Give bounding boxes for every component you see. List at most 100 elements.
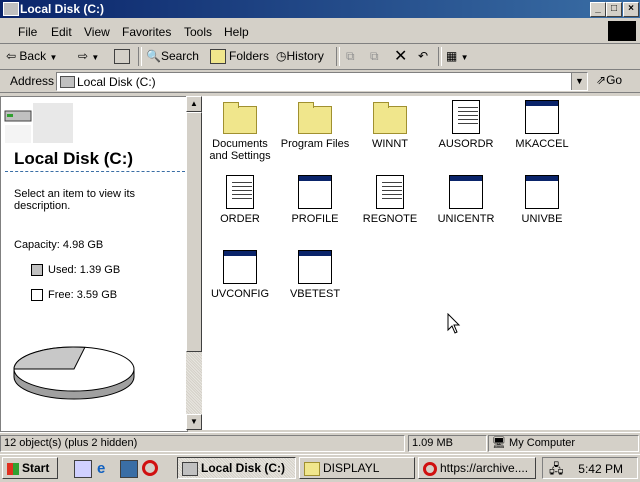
go-arrow-icon: ⇗ bbox=[596, 73, 607, 87]
toolbar-separator bbox=[438, 47, 442, 66]
menu-help[interactable]: Help bbox=[224, 25, 249, 39]
up-folder-button[interactable] bbox=[114, 48, 133, 65]
file-name: WINNT bbox=[371, 138, 409, 150]
maximize-button[interactable]: □ bbox=[606, 2, 622, 17]
file-name: PROFILE bbox=[291, 213, 339, 225]
used-text: Used: 1.39 GB bbox=[48, 264, 121, 276]
application-icon bbox=[298, 250, 332, 284]
quicklaunch-desktop-icon[interactable] bbox=[120, 460, 138, 478]
application-icon bbox=[449, 175, 483, 209]
info-pane: Local Disk (C:) Select an item to view i… bbox=[0, 96, 188, 432]
close-button[interactable]: × bbox=[623, 2, 639, 17]
file-item[interactable]: Documents and Settings bbox=[202, 100, 278, 162]
used-swatch bbox=[31, 264, 43, 276]
status-zone: 🖥 My Computer bbox=[488, 435, 639, 452]
status-bar: 12 object(s) (plus 2 hidden) 1.09 MB 🖥 M… bbox=[0, 432, 640, 453]
task-local-disk[interactable]: Local Disk (C:) bbox=[177, 457, 296, 479]
drive-icon bbox=[60, 76, 75, 88]
views-button[interactable]: ▦ ▼ bbox=[446, 48, 469, 65]
delete-button[interactable]: ✕ bbox=[394, 48, 407, 65]
file-item[interactable]: REGNOTE bbox=[352, 175, 428, 225]
chevron-down-icon: ▼ bbox=[49, 53, 58, 62]
file-item[interactable]: ORDER bbox=[202, 175, 278, 225]
mouse-cursor-icon bbox=[447, 313, 461, 334]
application-icon bbox=[298, 175, 332, 209]
file-name: MKACCEL bbox=[515, 138, 569, 150]
file-name: UVCONFIG bbox=[210, 288, 270, 300]
menu-view[interactable]: View bbox=[84, 25, 110, 39]
menu-favorites[interactable]: Favorites bbox=[122, 25, 171, 39]
my-computer-icon: 🖥 bbox=[492, 437, 506, 449]
file-item[interactable]: UNICENTR bbox=[428, 175, 504, 225]
drive-banner-icon bbox=[4, 103, 73, 143]
divider bbox=[5, 171, 185, 172]
menu-file[interactable]: File bbox=[18, 25, 37, 39]
minimize-button[interactable]: _ bbox=[590, 2, 606, 17]
menu-bar: File Edit View Favorites Tools Help bbox=[0, 19, 640, 44]
toolbar: ⇦ Back ▼ ⇨ ▼ 🔍Search Folders ◷History ⧉ … bbox=[0, 44, 640, 70]
task-opera-browser[interactable]: https://archive.... bbox=[418, 457, 536, 479]
address-input[interactable]: Local Disk (C:) ▼ bbox=[56, 72, 588, 91]
go-button[interactable]: ⇗Go bbox=[596, 73, 622, 87]
left-pane-scrollbar[interactable]: ▲ ▼ bbox=[186, 96, 202, 430]
pane-hint: Select an item to view its description. bbox=[14, 188, 136, 212]
quicklaunch-opera-icon[interactable] bbox=[142, 460, 158, 476]
document-icon bbox=[452, 100, 480, 134]
clock[interactable]: 5:42 PM bbox=[578, 462, 623, 476]
file-item[interactable]: PROFILE bbox=[277, 175, 353, 225]
quicklaunch-outlook-icon[interactable] bbox=[74, 460, 92, 478]
history-icon: ◷ bbox=[276, 49, 287, 63]
toolbar-separator bbox=[138, 47, 142, 66]
history-button[interactable]: ◷History bbox=[276, 48, 324, 65]
file-list: Documents and Settings Program Files WINNT… bbox=[202, 96, 640, 430]
file-item[interactable]: Program Files bbox=[277, 100, 353, 150]
taskbar: Start e Local Disk (C:) DISPLAYL https:/… bbox=[0, 454, 640, 481]
menu-tools[interactable]: Tools bbox=[184, 25, 212, 39]
forward-button[interactable]: ⇨ ▼ bbox=[78, 48, 99, 65]
file-item[interactable]: AUSORDR bbox=[428, 100, 504, 150]
file-item[interactable]: WINNT bbox=[352, 100, 428, 150]
folder-icon bbox=[223, 102, 257, 134]
up-folder-icon bbox=[114, 49, 130, 65]
title-bar[interactable]: Local Disk (C:) _ □ × bbox=[0, 0, 640, 18]
address-bar: Address Local Disk (C:) ▼ ⇗Go bbox=[0, 70, 640, 93]
scroll-up-button[interactable]: ▲ bbox=[186, 96, 202, 112]
free-swatch bbox=[31, 289, 43, 301]
file-item[interactable]: UNIVBE bbox=[504, 175, 580, 225]
start-button[interactable]: Start bbox=[2, 457, 58, 479]
windows-logo-icon bbox=[608, 21, 636, 41]
search-icon: 🔍 bbox=[146, 49, 161, 63]
undo-button[interactable]: ↶ bbox=[418, 48, 428, 65]
folder-icon bbox=[373, 102, 407, 134]
application-icon bbox=[525, 175, 559, 209]
drive-icon bbox=[3, 2, 19, 16]
move-to-button[interactable]: ⧉ bbox=[346, 48, 355, 65]
window-title: Local Disk (C:) bbox=[20, 2, 105, 16]
back-button[interactable]: ⇦ Back ▼ bbox=[6, 48, 57, 65]
capacity-text: Capacity: 4.98 GB bbox=[14, 239, 104, 251]
address-dropdown-button[interactable]: ▼ bbox=[571, 73, 587, 90]
pane-title: Local Disk (C:) bbox=[14, 149, 134, 168]
file-name: REGNOTE bbox=[362, 213, 418, 225]
folders-button[interactable]: Folders bbox=[210, 48, 269, 65]
scroll-down-button[interactable]: ▼ bbox=[186, 414, 202, 430]
free-text: Free: 3.59 GB bbox=[48, 289, 118, 301]
folder-icon bbox=[298, 102, 332, 134]
network-icon[interactable]: 🖧 bbox=[549, 460, 564, 482]
status-objects: 12 object(s) (plus 2 hidden) bbox=[0, 435, 405, 452]
used-slice bbox=[13, 346, 86, 370]
scroll-thumb[interactable] bbox=[186, 112, 202, 352]
file-name: AUSORDR bbox=[438, 138, 494, 150]
menu-edit[interactable]: Edit bbox=[51, 25, 72, 39]
file-item[interactable]: VBETEST bbox=[277, 250, 353, 300]
folder-icon bbox=[304, 461, 320, 476]
file-item[interactable]: UVCONFIG bbox=[202, 250, 278, 300]
file-name: Program Files bbox=[280, 138, 350, 150]
copy-to-button[interactable]: ⧉ bbox=[370, 48, 379, 65]
quicklaunch-ie-icon[interactable]: e bbox=[97, 460, 113, 477]
file-name: UNICENTR bbox=[437, 213, 495, 225]
folders-icon bbox=[210, 49, 226, 65]
task-displayl[interactable]: DISPLAYL bbox=[299, 457, 415, 479]
file-item[interactable]: MKACCEL bbox=[504, 100, 580, 150]
search-button[interactable]: 🔍Search bbox=[146, 48, 199, 65]
